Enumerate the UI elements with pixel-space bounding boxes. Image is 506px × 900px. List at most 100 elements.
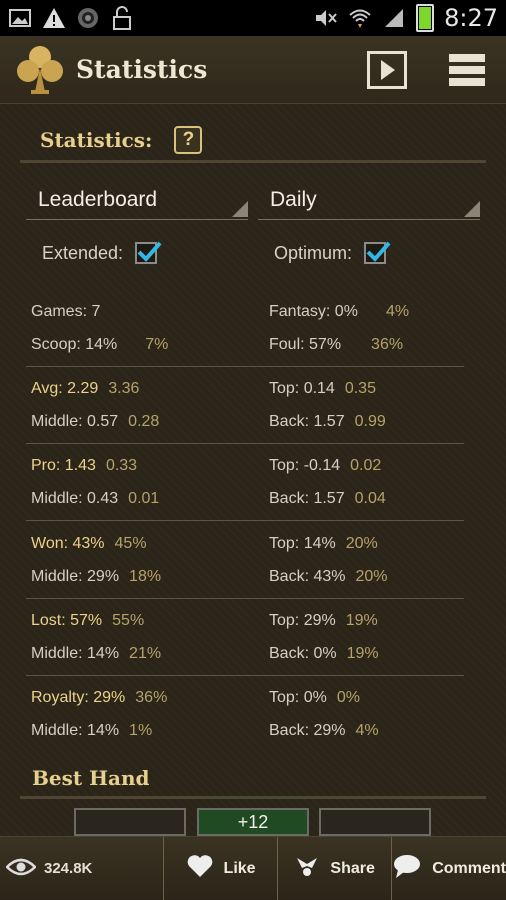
image-icon xyxy=(8,6,32,30)
stats-divider xyxy=(26,598,464,599)
battery-icon xyxy=(416,4,435,32)
warning-icon xyxy=(42,6,66,30)
mute-icon xyxy=(314,6,338,30)
best-hand-title: Best Hand xyxy=(32,766,150,790)
won-top-optimum: 20% xyxy=(345,535,378,552)
help-button[interactable]: ? xyxy=(174,126,203,154)
royalty-middle-stat: Middle: 14% 1% xyxy=(31,722,152,740)
games-value: Games: 7 xyxy=(31,303,101,320)
pro-value: Pro: 1.43 xyxy=(31,457,96,474)
scoop-optimum: 7% xyxy=(145,336,169,353)
optimum-label: Optimum: xyxy=(274,242,353,263)
lost-value: Lost: 57% xyxy=(31,612,103,629)
menu-icon[interactable] xyxy=(446,50,488,90)
mode-dropdown[interactable]: Leaderboard xyxy=(26,180,248,220)
foul-value: Foul: 57% xyxy=(269,336,342,353)
clock: 8:27 xyxy=(444,4,498,32)
lost-middle-stat: Middle: 14% 21% xyxy=(31,645,161,663)
best-hand-divider xyxy=(20,796,486,799)
pro-back-stat: Back: 1.57 0.04 xyxy=(269,490,386,508)
games-stat: Games: 7 xyxy=(31,303,100,321)
royalty-top-value: Top: 0% xyxy=(269,689,327,706)
fantasy-optimum: 4% xyxy=(385,303,410,320)
avg-middle-value: Middle: 0.57 xyxy=(31,413,119,430)
like-button[interactable]: Like xyxy=(163,837,277,900)
share-button[interactable]: Share xyxy=(277,837,391,900)
won-value: Won: 43% xyxy=(31,535,105,552)
lost-middle-value: Middle: 14% xyxy=(31,645,120,662)
royalty-back-stat: Back: 29% 4% xyxy=(269,722,379,740)
avg-top-stat: Top: 0.14 0.35 xyxy=(269,380,376,398)
pro-middle-optimum: 0.01 xyxy=(128,490,160,507)
pro-top-value: Top: -0.14 xyxy=(269,457,341,474)
royalty-top-stat: Top: 0% 0% xyxy=(269,689,360,707)
fantasy-value: Fantasy: 0% xyxy=(269,303,358,320)
pro-top-stat: Top: -0.14 0.02 xyxy=(269,457,381,475)
lost-top-stat: Top: 29% 19% xyxy=(269,612,378,630)
won-middle-value: Middle: 29% xyxy=(31,568,120,585)
like-label: Like xyxy=(223,859,256,877)
avg-value: Avg: 2.29 xyxy=(31,380,99,397)
optimum-checkbox[interactable] xyxy=(364,241,391,264)
views-count: 324.8K xyxy=(44,860,93,877)
avg-optimum: 3.36 xyxy=(108,380,140,397)
won-stat: Won: 43% 45% xyxy=(31,535,147,553)
won-back-stat: Back: 43% 20% xyxy=(269,568,388,586)
extended-label: Extended: xyxy=(42,242,124,263)
section-title: Statistics: xyxy=(40,128,153,152)
stats-divider xyxy=(26,443,464,444)
dropdown-arrow-icon xyxy=(464,201,480,217)
app-icon xyxy=(76,6,100,30)
avg-back-optimum: 0.99 xyxy=(354,413,386,430)
scoop-stat: Scoop: 14% 7% xyxy=(31,336,168,354)
foul-stat: Foul: 57% 36% xyxy=(269,336,403,354)
best-hand-back[interactable] xyxy=(319,808,431,836)
lost-optimum: 55% xyxy=(112,612,145,629)
eye-icon xyxy=(5,857,37,881)
period-dropdown[interactable]: Daily xyxy=(258,180,480,220)
pro-stat: Pro: 1.43 0.33 xyxy=(31,457,137,475)
royalty-back-value: Back: 29% xyxy=(269,722,346,739)
optimum-option[interactable]: Optimum: xyxy=(274,241,391,264)
club-logo-icon[interactable] xyxy=(16,44,64,96)
avg-top-optimum: 0.35 xyxy=(344,380,376,397)
status-bar: 8:27 xyxy=(0,0,506,36)
won-back-optimum: 20% xyxy=(355,568,388,585)
won-optimum: 45% xyxy=(114,535,147,552)
fantasy-stat: Fantasy: 0% 4% xyxy=(269,303,409,321)
dropdown-arrow-icon xyxy=(232,201,248,217)
mode-dropdown-value: Leaderboard xyxy=(38,188,158,211)
statistics-header: Statistics: ? xyxy=(20,126,486,154)
avg-back-value: Back: 1.57 xyxy=(269,413,345,430)
comment-label: Comment xyxy=(432,859,506,877)
pro-back-optimum: 0.04 xyxy=(354,490,386,507)
lost-back-value: Back: 0% xyxy=(269,645,337,662)
extended-option[interactable]: Extended: xyxy=(42,241,162,264)
avg-middle-optimum: 0.28 xyxy=(128,413,160,430)
avg-back-stat: Back: 1.57 0.99 xyxy=(269,413,386,431)
best-hand-middle[interactable]: +12 xyxy=(197,808,309,836)
extended-checkbox[interactable] xyxy=(135,241,162,264)
app-bar: Statistics xyxy=(0,36,506,104)
speech-bubble-icon xyxy=(392,853,422,884)
wifi-icon xyxy=(348,6,372,30)
best-hand-front[interactable] xyxy=(74,808,186,836)
won-top-stat: Top: 14% 20% xyxy=(269,535,378,553)
pro-middle-stat: Middle: 0.43 0.01 xyxy=(31,490,159,508)
play-icon[interactable] xyxy=(366,50,408,90)
avg-middle-stat: Middle: 0.57 0.28 xyxy=(31,413,159,431)
comment-button[interactable]: Comment xyxy=(391,837,506,900)
scoop-value: Scoop: 14% xyxy=(31,336,118,353)
unlock-icon xyxy=(110,6,134,30)
views-counter: 324.8K xyxy=(0,837,163,900)
royalty-stat: Royalty: 29% 36% xyxy=(31,689,167,707)
avg-top-value: Top: 0.14 xyxy=(269,380,335,397)
pro-optimum: 0.33 xyxy=(105,457,138,474)
pro-middle-value: Middle: 0.43 xyxy=(31,490,119,507)
stats-divider xyxy=(26,366,464,367)
stats-divider xyxy=(26,675,464,676)
lost-top-value: Top: 29% xyxy=(269,612,336,629)
pro-back-value: Back: 1.57 xyxy=(269,490,345,507)
royalty-optimum: 36% xyxy=(135,689,168,706)
royalty-middle-value: Middle: 14% xyxy=(31,722,120,739)
